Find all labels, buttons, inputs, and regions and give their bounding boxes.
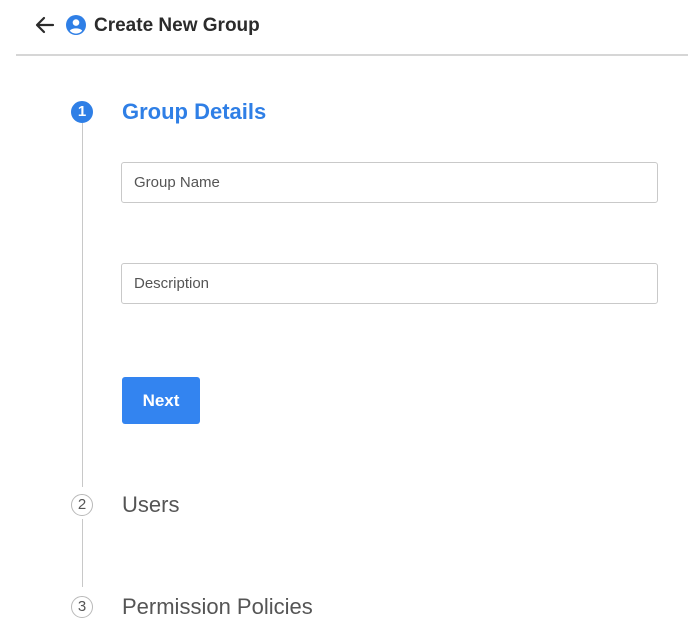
description-input[interactable] bbox=[121, 263, 658, 304]
step-label-users: Users bbox=[122, 492, 180, 517]
header-divider bbox=[16, 54, 688, 56]
step-connector bbox=[82, 519, 83, 587]
group-name-input[interactable] bbox=[121, 162, 658, 203]
page-header: Create New Group bbox=[0, 0, 688, 54]
step-number-badge: 3 bbox=[71, 596, 93, 618]
user-circle-icon bbox=[66, 15, 86, 35]
step-label-group-details: Group Details bbox=[122, 99, 267, 124]
step-number-badge: 2 bbox=[71, 494, 93, 516]
step-number-badge: 1 bbox=[71, 101, 93, 123]
step-label-permission-policies: Permission Policies bbox=[122, 594, 313, 619]
page-title: Create New Group bbox=[94, 15, 260, 36]
step-connector bbox=[82, 123, 83, 487]
next-button[interactable]: Next bbox=[122, 377, 200, 424]
arrow-left-icon[interactable] bbox=[33, 13, 57, 37]
create-group-page: Create New Group 1 Group Details Next 2 … bbox=[0, 0, 688, 642]
